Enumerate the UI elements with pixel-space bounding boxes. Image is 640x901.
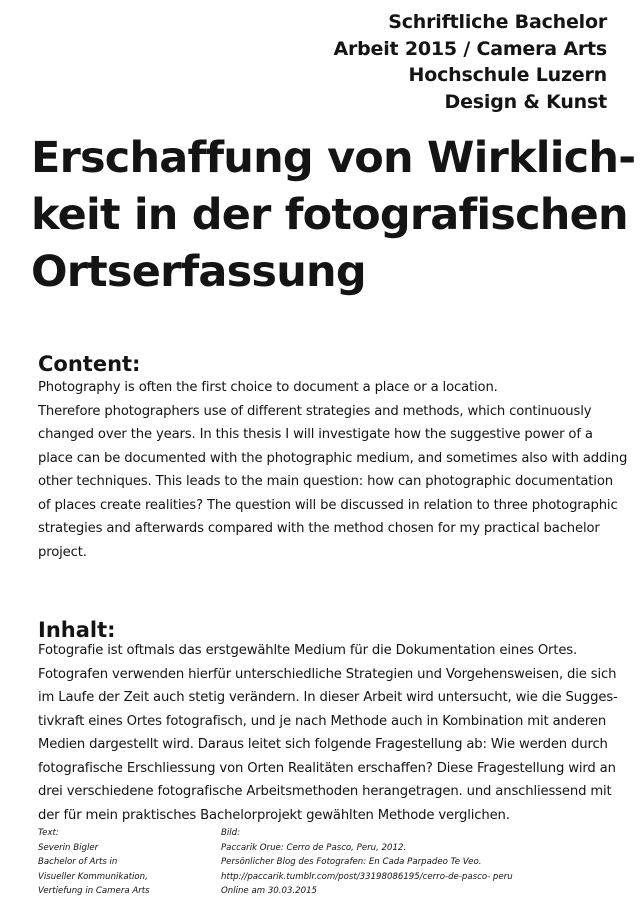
content-line: project. <box>38 544 87 560</box>
title-line: Erschaffung von Wirklich- <box>31 133 636 183</box>
inhalt-line: fotografische Erschliessung von Orten Re… <box>38 760 616 776</box>
footer-line: Bild: <box>221 828 241 838</box>
header-line: Hochschule Luzern <box>408 64 608 86</box>
content-paragraph: Photography is often the first choice to… <box>38 376 628 564</box>
content-line: changed over the years. In this thesis I… <box>38 427 593 442</box>
footer-line: Online am 30.03.2015 <box>221 886 318 897</box>
footer-image-credits: Bild: Paccarik Orue: Cerro de Pasco, Per… <box>221 826 513 899</box>
inhalt-line: Fotografen verwenden hierfür unterschied… <box>38 666 617 682</box>
inhalt-line: der für mein praktisches Bachelorprojekt… <box>38 807 510 823</box>
content-line: Therefore photographers use of different… <box>38 403 592 419</box>
footer-line: Paccarik Orue: Cerro de Pasco, Peru, 201… <box>221 842 407 853</box>
content-heading: Content: <box>38 352 141 376</box>
content-line: strategies and afterwards compared with … <box>38 521 600 536</box>
header-line: Design & Kunst <box>444 90 608 113</box>
content-line: Photography is often the first choice to… <box>38 380 498 395</box>
inhalt-paragraph: Fotografie ist oftmals das erstgewählte … <box>38 639 618 827</box>
footer-line: Visueller Kommunikation, <box>38 871 148 882</box>
content-line: place can be documented with the photogr… <box>38 450 628 466</box>
footer-line: Vertiefung in Camera Arts <box>38 886 150 897</box>
page-title: Erschaffung von Wirklich- keit in der fo… <box>31 130 636 301</box>
inhalt-line: im Laufe der Zeit auch stetig verändern.… <box>38 690 618 705</box>
content-line: other techniques. This leads to the main… <box>38 474 613 489</box>
footer-line: Persönlicher Blog des Fotografen: En Cad… <box>221 857 482 868</box>
title-line: Ortserfassung <box>31 247 367 297</box>
footer-line: http://paccarik.tumblr.com/post/33198086… <box>221 871 513 882</box>
inhalt-line: tivkraft eines Ortes fotografisch, und j… <box>38 713 607 729</box>
header-line: Arbeit 2015 / Camera Arts <box>333 37 607 60</box>
footer-line: Bachelor of Arts in <box>38 857 118 868</box>
footer-line: Text: <box>38 828 59 838</box>
inhalt-line: Medien dargestellt wird. Daraus leitet s… <box>38 737 608 752</box>
title-line: keit in der fotografischen <box>31 190 629 240</box>
publication-header: Schriftliche Bachelor Arbeit 2015 / Came… <box>333 9 607 115</box>
content-line: of places create realities? The question… <box>38 497 618 513</box>
inhalt-line: Fotografie ist oftmals das erstgewählte … <box>38 643 578 658</box>
footer-line: Severin Bigler <box>38 842 99 853</box>
footer-text-credits: Text: Severin Bigler Bachelor of Arts in… <box>38 826 150 899</box>
inhalt-line: drei verschiedene fotografische Arbeitsm… <box>38 784 612 799</box>
header-line: Schriftliche Bachelor <box>388 11 607 33</box>
